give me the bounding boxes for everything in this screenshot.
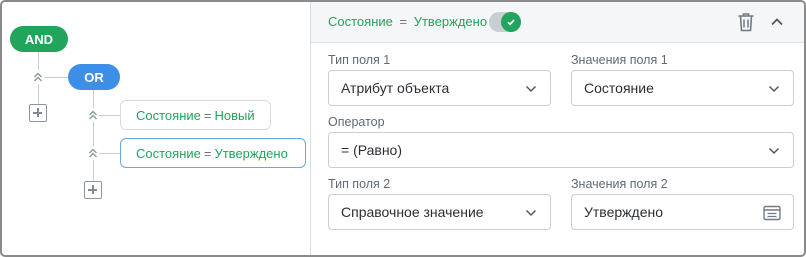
condition-editor: AND OR Состояние = Новый Состояние = Утв… xyxy=(0,0,806,257)
operator-select[interactable]: = (Равно) xyxy=(328,132,794,168)
field-type-2-label: Тип поля 2 xyxy=(328,177,391,191)
field-values-2-label: Значения поля 2 xyxy=(571,177,668,191)
tree-connector xyxy=(93,90,94,182)
check-icon xyxy=(501,12,521,32)
chevron-down-icon xyxy=(525,209,537,217)
field-values-1-value: Состояние xyxy=(584,80,654,96)
field-values-2-value: Утверждено xyxy=(584,204,663,220)
trash-icon[interactable] xyxy=(737,12,755,32)
field-type-1-select[interactable]: Атрибут объекта xyxy=(328,70,551,106)
enabled-toggle[interactable] xyxy=(489,12,521,32)
chevron-down-icon xyxy=(525,85,537,93)
chevrons-up-icon[interactable] xyxy=(87,108,99,122)
chevrons-up-icon[interactable] xyxy=(87,146,99,160)
or-group-pill[interactable]: OR xyxy=(68,64,120,90)
chevrons-up-icon[interactable] xyxy=(32,70,44,84)
condition-operator: = xyxy=(203,145,212,161)
panel-title: Состояние = Утверждено xyxy=(328,14,487,29)
panel-title-operator: = xyxy=(399,14,408,29)
condition-operator: = xyxy=(203,107,212,123)
condition-value: Новый xyxy=(214,107,255,123)
field-type-1-value: Атрибут объекта xyxy=(341,80,450,96)
field-type-2-select[interactable]: Справочное значение xyxy=(328,194,551,230)
chevron-down-icon xyxy=(768,85,780,93)
condition-value: Утверждено xyxy=(214,145,288,161)
list-picker-icon[interactable] xyxy=(763,204,781,222)
plus-square-icon[interactable] xyxy=(84,181,102,199)
panel-title-field: Состояние xyxy=(328,14,393,29)
condition-field: Состояние xyxy=(136,145,201,161)
chevron-up-icon[interactable] xyxy=(769,14,785,30)
operator-value: = (Равно) xyxy=(341,142,403,158)
condition-detail-panel: Состояние = Утверждено Тип поля 1 Атрибу… xyxy=(310,2,804,255)
field-values-1-label: Значения поля 1 xyxy=(571,53,668,67)
condition-chip[interactable]: Состояние = Новый xyxy=(120,100,271,130)
plus-square-icon[interactable] xyxy=(29,104,47,122)
field-type-1-label: Тип поля 1 xyxy=(328,53,391,67)
field-type-2-value: Справочное значение xyxy=(341,204,484,220)
panel-header: Состояние = Утверждено xyxy=(311,2,804,43)
condition-tree: AND OR Состояние = Новый Состояние = Утв… xyxy=(2,2,310,255)
condition-chip-active[interactable]: Состояние = Утверждено xyxy=(120,138,306,168)
field-values-2-input[interactable]: Утверждено xyxy=(571,194,794,230)
chevron-down-icon xyxy=(768,147,780,155)
field-values-1-select[interactable]: Состояние xyxy=(571,70,794,106)
condition-field: Состояние xyxy=(136,107,201,123)
operator-label: Оператор xyxy=(328,115,385,129)
panel-title-value: Утверждено xyxy=(413,14,488,29)
and-group-pill[interactable]: AND xyxy=(10,26,68,52)
